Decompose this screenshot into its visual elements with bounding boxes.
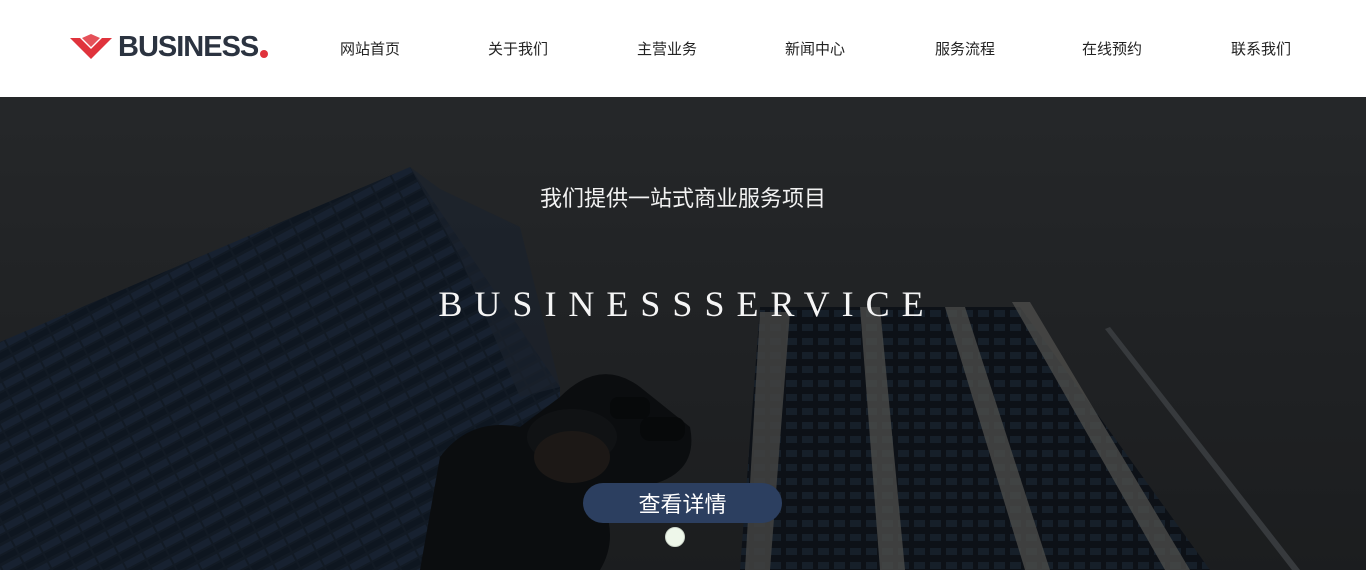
hero-banner: 我们提供一站式商业服务项目 BUSINESSSERVICE 查看详情 xyxy=(0,97,1366,570)
slide-dot-active[interactable] xyxy=(665,527,685,547)
site-header: BUSINESS 网站首页 关于我们 主营业务 新闻中心 服务流程 在线预约 联… xyxy=(0,0,1366,97)
nav-item-about[interactable]: 关于我们 xyxy=(488,38,548,59)
nav-item-home[interactable]: 网站首页 xyxy=(340,38,400,59)
slide-pagination xyxy=(665,527,685,547)
view-details-button[interactable]: 查看详情 xyxy=(583,483,782,523)
nav-item-booking[interactable]: 在线预约 xyxy=(1082,38,1142,59)
hero-subtitle: 我们提供一站式商业服务项目 xyxy=(539,187,826,212)
nav-item-process[interactable]: 服务流程 xyxy=(935,38,995,59)
nav-item-contact[interactable]: 联系我们 xyxy=(1231,38,1291,59)
hero-title: BUSINESSSERVICE xyxy=(438,284,936,324)
nav-item-news[interactable]: 新闻中心 xyxy=(785,38,845,59)
nav-item-business[interactable]: 主营业务 xyxy=(637,38,697,59)
main-nav: 网站首页 关于我们 主营业务 新闻中心 服务流程 在线预约 联系我们 xyxy=(0,38,1366,58)
